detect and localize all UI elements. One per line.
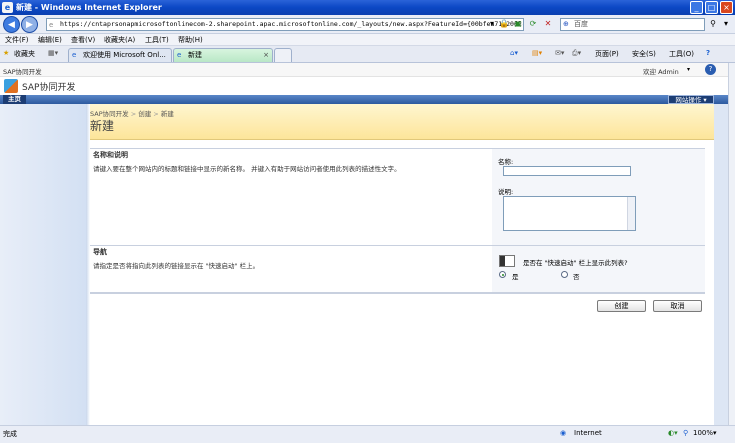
mail-icon[interactable]: ✉▾ bbox=[555, 49, 564, 57]
page-icon: e bbox=[49, 21, 54, 29]
stop-icon[interactable]: ✕ bbox=[542, 18, 554, 30]
name-section-heading: 名称和说明 bbox=[93, 151, 128, 159]
window-titlebar: e 新建 - Windows Internet Explorer _ □ × bbox=[0, 0, 735, 15]
address-url: https://cntaprsonapmicrosoftonlinecom-2.… bbox=[60, 20, 524, 28]
favorites-star-icon[interactable]: ★ bbox=[3, 49, 9, 57]
search-icon[interactable]: ⚲ bbox=[707, 18, 719, 30]
site-logo-icon bbox=[4, 79, 18, 93]
site-title[interactable]: SAP协同开发 bbox=[22, 80, 75, 93]
search-options-icon[interactable]: ▾ bbox=[720, 18, 732, 30]
feeds-icon[interactable]: ▤▾ bbox=[532, 49, 542, 57]
tab-welcome-label: 欢迎使用 Microsoft Onl... bbox=[83, 51, 166, 59]
address-toolbar: ◀ ▶ e https://cntaprsonapmicrosoftonline… bbox=[0, 15, 735, 34]
baidu-icon: ⊕ bbox=[563, 20, 569, 28]
right-gutter bbox=[714, 104, 728, 425]
forward-button[interactable]: ▶ bbox=[21, 16, 38, 33]
ie-page-icon: e bbox=[72, 51, 77, 59]
menu-view[interactable]: 查看(V) bbox=[71, 35, 95, 45]
help-icon[interactable]: ? bbox=[705, 64, 716, 75]
nav-section-heading: 导航 bbox=[93, 248, 107, 256]
back-button[interactable]: ◀ bbox=[3, 16, 20, 33]
search-placeholder: 百度 bbox=[574, 20, 588, 28]
sp-global-bar: SAP协同开发 欢迎 Admin ▾ ? bbox=[0, 63, 728, 77]
name-label: 名称: bbox=[498, 158, 514, 166]
name-input[interactable] bbox=[503, 166, 631, 176]
home-tab[interactable]: 主页 bbox=[3, 95, 26, 104]
home-icon[interactable]: ⌂▾ bbox=[510, 49, 518, 57]
ie-logo-icon: e bbox=[2, 2, 13, 13]
menu-help[interactable]: 帮助(H) bbox=[178, 35, 203, 45]
print-icon[interactable]: ⎙▾ bbox=[572, 49, 581, 58]
menu-tools[interactable]: 工具(T) bbox=[145, 35, 169, 45]
section-divider bbox=[90, 292, 705, 294]
status-bar: 完成 ◉ Internet ◐▾ ⚲ 100% ▾ bbox=[0, 425, 735, 443]
minimize-button[interactable]: _ bbox=[690, 1, 703, 14]
page-menu[interactable]: 页面(P) bbox=[595, 49, 619, 59]
search-input[interactable]: ⊕ 百度 bbox=[560, 18, 705, 31]
tab-welcome[interactable]: e 欢迎使用 Microsoft Onl... bbox=[68, 48, 172, 62]
favorites-button[interactable]: 收藏夹 bbox=[14, 49, 35, 59]
menu-edit[interactable]: 编辑(E) bbox=[38, 35, 62, 45]
refresh-icon[interactable]: ⟳ bbox=[527, 18, 539, 30]
zoom-dropdown-icon[interactable]: ▾ bbox=[713, 429, 717, 437]
tab-new-label: 新建 bbox=[188, 51, 202, 59]
page-content: SAP协同开发 欢迎 Admin ▾ ? SAP协同开发 主页 网站操作 ▾ S… bbox=[0, 63, 735, 425]
maximize-button[interactable]: □ bbox=[705, 1, 718, 14]
tools-menu[interactable]: 工具(O) bbox=[669, 49, 694, 59]
tabs-bar: ★ 收藏夹 ▦▾ e 欢迎使用 Microsoft Onl... e 新建 × … bbox=[0, 46, 735, 63]
close-tab-icon[interactable]: × bbox=[263, 49, 269, 61]
zoom-icon[interactable]: ⚲ bbox=[683, 429, 688, 437]
menu-file[interactable]: 文件(F) bbox=[5, 35, 29, 45]
site-crumb[interactable]: SAP协同开发 bbox=[3, 66, 42, 76]
protected-mode-icon[interactable]: ◐▾ bbox=[668, 429, 678, 437]
sp-top-nav: 主页 网站操作 ▾ bbox=[0, 95, 728, 104]
site-actions-label: 网站操作 bbox=[675, 96, 702, 104]
zone-label[interactable]: Internet bbox=[574, 429, 602, 437]
ie-page-icon: e bbox=[177, 51, 182, 59]
zoom-level[interactable]: 100% bbox=[693, 429, 713, 437]
tab-new[interactable]: e 新建 × bbox=[173, 48, 273, 62]
description-textarea[interactable] bbox=[503, 196, 636, 231]
breadcrumb-create[interactable]: 创建 bbox=[138, 110, 151, 118]
close-window-button[interactable]: × bbox=[720, 1, 733, 14]
dropdown-arrow-icon[interactable]: ▾ bbox=[486, 18, 498, 30]
status-text: 完成 bbox=[3, 430, 17, 438]
lock-icon[interactable]: 🔒 bbox=[498, 18, 510, 30]
chevron-down-icon[interactable]: ▾ bbox=[687, 66, 690, 73]
new-tab-button[interactable] bbox=[274, 48, 292, 62]
address-input[interactable]: e https://cntaprsonapmicrosoftonlinecom-… bbox=[46, 18, 524, 31]
site-actions-button[interactable]: 网站操作 ▾ bbox=[668, 95, 714, 104]
description-label: 说明: bbox=[498, 188, 514, 196]
menu-favorites[interactable]: 收藏夹(A) bbox=[104, 35, 135, 45]
name-section-description: 请键入要在整个网站内的标题和链接中显示的新名称。 并键入有助于网站访问者使用此列… bbox=[93, 165, 401, 173]
nav-question: 是否在 "快速启动" 栏上显示此列表? bbox=[523, 259, 628, 267]
radio-no[interactable] bbox=[561, 271, 568, 278]
navigation-panel bbox=[492, 246, 705, 292]
nav-section-description: 请指定是否将指向此列表的链接显示在 "快速启动" 栏上。 bbox=[93, 262, 260, 270]
sp-site-header: SAP协同开发 bbox=[0, 77, 728, 95]
menu-bar: 文件(F) 编辑(E) 查看(V) 收藏夹(A) 工具(T) 帮助(H) bbox=[0, 34, 735, 46]
vertical-scrollbar[interactable] bbox=[728, 63, 735, 425]
compat-view-icon[interactable]: ▣ bbox=[512, 18, 524, 30]
quick-launch bbox=[0, 104, 86, 425]
globe-icon: ◉ bbox=[560, 429, 567, 437]
safety-menu[interactable]: 安全(S) bbox=[632, 49, 656, 59]
create-button[interactable]: 创建 bbox=[597, 300, 646, 312]
cancel-button[interactable]: 取消 bbox=[653, 300, 702, 312]
help-menu[interactable]: ? bbox=[706, 49, 710, 57]
radio-no-label: 否 bbox=[573, 273, 580, 281]
window-title: 新建 - Windows Internet Explorer bbox=[16, 3, 162, 12]
page-title-area: SAP协同开发 > 创建 > 新建 新建 bbox=[90, 104, 714, 140]
radio-yes[interactable] bbox=[499, 271, 506, 278]
breadcrumb-current: 新建 bbox=[160, 110, 174, 118]
welcome-menu[interactable]: 欢迎 Admin bbox=[643, 66, 679, 76]
textarea-scrollbar[interactable] bbox=[627, 197, 635, 230]
nav-shadow bbox=[86, 104, 90, 425]
radio-yes-label: 是 bbox=[512, 273, 519, 281]
quick-launch-icon bbox=[499, 255, 515, 267]
tab-list-icon[interactable]: ▦▾ bbox=[48, 49, 58, 57]
page-title: 新建 bbox=[90, 119, 115, 133]
